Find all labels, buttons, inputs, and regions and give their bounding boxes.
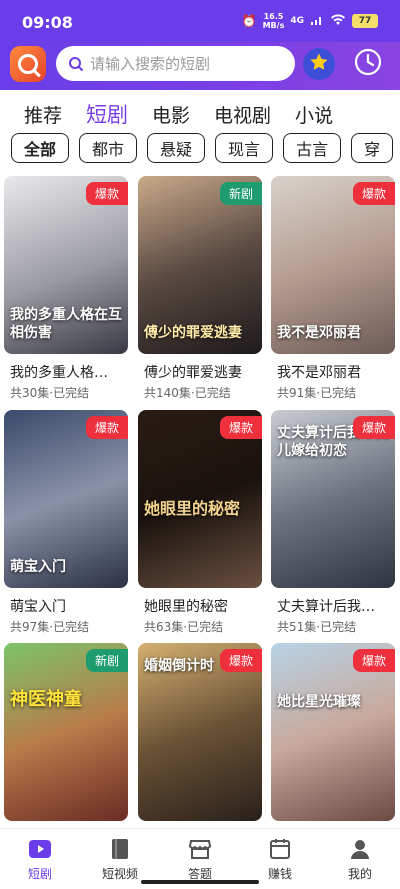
- poster-title-text: 她比星光璀璨: [277, 694, 361, 710]
- signal-icon: [310, 14, 324, 29]
- poster-title-text: 她眼里的秘密: [144, 499, 241, 518]
- hot-badge: 爆款: [352, 649, 395, 672]
- status-time: 09:08: [22, 13, 73, 32]
- network-type: 4G: [290, 16, 304, 26]
- star-icon: [309, 52, 329, 76]
- drama-card[interactable]: 我不是邓丽君 爆款 我不是邓丽君 共91集·已完结: [271, 176, 395, 404]
- tab-short-drama[interactable]: 短剧: [74, 99, 140, 129]
- network-speed: 16.5 MB/s: [263, 12, 285, 30]
- app-logo[interactable]: [10, 46, 46, 82]
- category-chip-suspense[interactable]: 悬疑: [147, 133, 206, 163]
- nav-item-profile[interactable]: 我的: [320, 829, 400, 889]
- poster-title-text: 萌宝入门: [10, 559, 66, 575]
- category-chip-all[interactable]: 全部: [11, 133, 70, 163]
- drama-title[interactable]: 我不是邓丽君: [277, 362, 395, 382]
- new-badge: 新剧: [219, 182, 262, 205]
- tab-tv-series[interactable]: 电视剧: [202, 101, 283, 128]
- wifi-icon: [330, 13, 346, 29]
- new-badge: 新剧: [85, 649, 128, 672]
- hot-badge: 爆款: [219, 649, 262, 672]
- favorites-button[interactable]: [303, 48, 335, 80]
- poster-title-text: 神医神童: [10, 689, 82, 710]
- poster-title-text: 我的多重人格在互相伤害: [10, 307, 122, 341]
- category-chip-time-travel[interactable]: 穿: [351, 133, 394, 163]
- tab-recommend[interactable]: 推荐: [0, 101, 74, 128]
- hot-badge: 爆款: [352, 182, 395, 205]
- search-icon: [68, 56, 84, 72]
- status-indicators: ⏰ 16.5 MB/s 4G 77: [242, 12, 378, 30]
- nav-label: 我的: [347, 867, 372, 881]
- nav-label: 赚钱: [267, 867, 292, 881]
- drama-episodes: 共63集·已完结: [144, 620, 224, 634]
- hot-badge: 爆款: [352, 416, 395, 439]
- category-chip-modern-romance[interactable]: 现言: [215, 133, 274, 163]
- hot-badge: 爆款: [85, 416, 128, 439]
- drama-card[interactable]: 傅少的罪爱逃妻 新剧 傅少的罪爱逃妻 共140集·已完结: [138, 176, 262, 404]
- tab-movie[interactable]: 电影: [140, 101, 202, 128]
- nav-label: 短剧: [27, 867, 52, 881]
- speed-unit: MB/s: [262, 21, 285, 30]
- store-icon: [188, 837, 212, 861]
- book-icon: [108, 837, 132, 861]
- alarm-icon: ⏰: [241, 14, 257, 28]
- status-bar: 09:08 ⏰ 16.5 MB/s 4G 77: [0, 0, 400, 42]
- drama-episodes: 共51集·已完结: [277, 620, 357, 634]
- drama-card[interactable]: 丈夫算计后我带女儿嫁给初恋 爆款 丈夫算计后我… 共51集·已完结: [271, 410, 395, 638]
- history-button[interactable]: [351, 47, 385, 81]
- drama-card[interactable]: 萌宝入门 爆款 萌宝入门 共97集·已完结: [4, 410, 128, 638]
- battery-indicator: 77: [352, 14, 378, 28]
- nav-item-short-drama[interactable]: 短剧: [0, 829, 80, 889]
- search-bar[interactable]: [56, 46, 295, 81]
- drama-title[interactable]: 丈夫算计后我…: [277, 596, 395, 616]
- drama-card[interactable]: 我的多重人格在互相伤害 爆款 我的多重人格… 共30集·已完结: [4, 176, 128, 404]
- top-header: [0, 42, 400, 90]
- search-input[interactable]: [90, 54, 280, 73]
- drama-episodes: 共97集·已完结: [10, 620, 90, 634]
- drama-episodes: 共140集·已完结: [144, 386, 231, 400]
- speed-value: 16.5: [263, 12, 284, 21]
- drama-title[interactable]: 萌宝入门: [10, 596, 128, 616]
- drama-card[interactable]: 她眼里的秘密 爆款 她眼里的秘密 共63集·已完结: [138, 410, 262, 638]
- tab-novel[interactable]: 小说: [283, 101, 345, 128]
- user-icon: [348, 837, 372, 861]
- drama-title[interactable]: 她眼里的秘密: [144, 596, 262, 616]
- history-clock-icon: [353, 47, 383, 81]
- category-chip-urban[interactable]: 都市: [79, 133, 138, 163]
- content-tabs: 推荐 短剧 电影 电视剧 小说: [0, 94, 400, 134]
- category-filter: 全部 都市 悬疑 现言 古言 穿: [11, 133, 400, 165]
- drama-title[interactable]: 傅少的罪爱逃妻: [144, 362, 262, 382]
- poster-title-text: 傅少的罪爱逃妻: [144, 325, 242, 341]
- drama-title[interactable]: 我的多重人格…: [10, 362, 128, 382]
- calendar-icon: [268, 837, 292, 861]
- drama-episodes: 共91集·已完结: [277, 386, 357, 400]
- nav-label: 短视频: [101, 867, 138, 881]
- hot-badge: 爆款: [219, 416, 262, 439]
- drama-episodes: 共30集·已完结: [10, 386, 90, 400]
- hot-badge: 爆款: [85, 182, 128, 205]
- poster-title-text: 我不是邓丽君: [277, 325, 361, 341]
- category-chip-ancient-romance[interactable]: 古言: [283, 133, 342, 163]
- home-indicator: [141, 880, 259, 884]
- play-icon: [28, 837, 52, 861]
